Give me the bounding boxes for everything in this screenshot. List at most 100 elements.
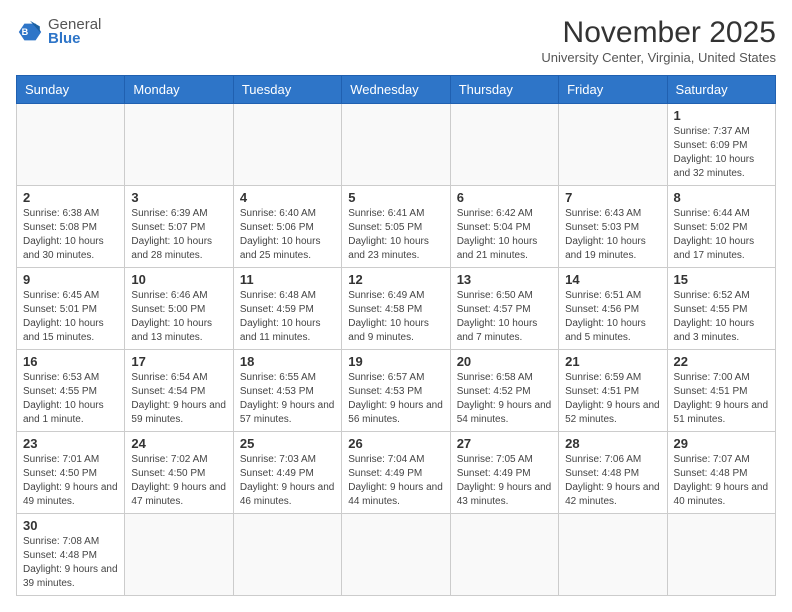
logo-icon: B xyxy=(16,18,44,46)
header: B General Blue November 2025 University … xyxy=(16,16,776,65)
day-number: 15 xyxy=(674,272,769,287)
calendar-cell xyxy=(233,104,341,186)
day-number: 9 xyxy=(23,272,118,287)
day-number: 22 xyxy=(674,354,769,369)
day-info: Sunrise: 6:59 AM Sunset: 4:51 PM Dayligh… xyxy=(565,371,660,427)
calendar-cell: 24 Sunrise: 7:02 AM Sunset: 4:50 PM Dayli… xyxy=(125,432,233,514)
calendar-cell: 27 Sunrise: 7:05 AM Sunset: 4:49 PM Dayli… xyxy=(450,432,558,514)
calendar-header-row: SundayMondayTuesdayWednesdayThursdayFrid… xyxy=(17,76,776,104)
day-info: Sunrise: 7:06 AM Sunset: 4:48 PM Dayligh… xyxy=(565,453,660,509)
calendar-cell: 17Sunrise: 6:54 AM Sunset: 4:54 PM Dayli… xyxy=(125,350,233,432)
calendar-cell: 21 Sunrise: 6:59 AM Sunset: 4:51 PM Dayli… xyxy=(559,350,667,432)
day-info: Sunrise: 6:49 AM Sunset: 4:58 PM Dayligh… xyxy=(348,289,443,345)
calendar-cell: 4Sunrise: 6:40 AM Sunset: 5:06 PM Daylig… xyxy=(233,186,341,268)
day-info: Sunrise: 6:46 AM Sunset: 5:00 PM Dayligh… xyxy=(131,289,226,345)
day-number: 1 xyxy=(674,108,769,123)
calendar-week-4: 16 Sunrise: 6:53 AM Sunset: 4:55 PM Dayli… xyxy=(17,350,776,432)
calendar-cell xyxy=(233,514,341,596)
calendar-header-sunday: Sunday xyxy=(17,76,125,104)
calendar-cell: 1 Sunrise: 7:37 AM Sunset: 6:09 PM Daylig… xyxy=(667,104,775,186)
day-info: Sunrise: 6:41 AM Sunset: 5:05 PM Dayligh… xyxy=(348,207,443,263)
day-info: Sunrise: 6:51 AM Sunset: 4:56 PM Dayligh… xyxy=(565,289,660,345)
day-info: Sunrise: 7:01 AM Sunset: 4:50 PM Dayligh… xyxy=(23,453,118,509)
day-number: 16 xyxy=(23,354,118,369)
calendar-title: November 2025 xyxy=(541,16,776,50)
day-info: Sunrise: 7:02 AM Sunset: 4:50 PM Dayligh… xyxy=(131,453,226,509)
day-info: Sunrise: 7:07 AM Sunset: 4:48 PM Dayligh… xyxy=(674,453,769,509)
calendar-cell: 16 Sunrise: 6:53 AM Sunset: 4:55 PM Dayli… xyxy=(17,350,125,432)
day-number: 21 xyxy=(565,354,660,369)
calendar-cell xyxy=(342,514,450,596)
day-number: 13 xyxy=(457,272,552,287)
day-info: Sunrise: 7:37 AM Sunset: 6:09 PM Dayligh… xyxy=(674,125,769,181)
calendar-cell xyxy=(559,514,667,596)
calendar-week-1: 1 Sunrise: 7:37 AM Sunset: 6:09 PM Daylig… xyxy=(17,104,776,186)
day-info: Sunrise: 6:38 AM Sunset: 5:08 PM Dayligh… xyxy=(23,207,118,263)
day-number: 29 xyxy=(674,436,769,451)
calendar-header-friday: Friday xyxy=(559,76,667,104)
day-number: 24 xyxy=(131,436,226,451)
day-number: 12 xyxy=(348,272,443,287)
day-number: 4 xyxy=(240,190,335,205)
day-number: 18 xyxy=(240,354,335,369)
calendar-subtitle: University Center, Virginia, United Stat… xyxy=(541,50,776,65)
calendar-cell: 10 Sunrise: 6:46 AM Sunset: 5:00 PM Dayli… xyxy=(125,268,233,350)
calendar-body: 1 Sunrise: 7:37 AM Sunset: 6:09 PM Daylig… xyxy=(17,104,776,596)
svg-text:B: B xyxy=(22,26,29,36)
day-info: Sunrise: 6:42 AM Sunset: 5:04 PM Dayligh… xyxy=(457,207,552,263)
calendar-cell: 5Sunrise: 6:41 AM Sunset: 5:05 PM Daylig… xyxy=(342,186,450,268)
calendar-cell: 15Sunrise: 6:52 AM Sunset: 4:55 PM Dayli… xyxy=(667,268,775,350)
calendar-cell xyxy=(450,104,558,186)
day-number: 14 xyxy=(565,272,660,287)
calendar-cell: 19 Sunrise: 6:57 AM Sunset: 4:53 PM Dayli… xyxy=(342,350,450,432)
calendar-cell xyxy=(667,514,775,596)
day-info: Sunrise: 6:45 AM Sunset: 5:01 PM Dayligh… xyxy=(23,289,118,345)
day-info: Sunrise: 6:44 AM Sunset: 5:02 PM Dayligh… xyxy=(674,207,769,263)
day-info: Sunrise: 7:05 AM Sunset: 4:49 PM Dayligh… xyxy=(457,453,552,509)
day-number: 2 xyxy=(23,190,118,205)
calendar-cell: 29 Sunrise: 7:07 AM Sunset: 4:48 PM Dayli… xyxy=(667,432,775,514)
calendar-cell: 20 Sunrise: 6:58 AM Sunset: 4:52 PM Dayli… xyxy=(450,350,558,432)
calendar-cell: 11Sunrise: 6:48 AM Sunset: 4:59 PM Dayli… xyxy=(233,268,341,350)
day-number: 19 xyxy=(348,354,443,369)
day-number: 8 xyxy=(674,190,769,205)
calendar-cell xyxy=(125,104,233,186)
calendar-cell: 14 Sunrise: 6:51 AM Sunset: 4:56 PM Dayli… xyxy=(559,268,667,350)
title-area: November 2025 University Center, Virgini… xyxy=(541,16,776,65)
day-number: 27 xyxy=(457,436,552,451)
calendar-cell: 2 Sunrise: 6:38 AM Sunset: 5:08 PM Daylig… xyxy=(17,186,125,268)
day-number: 6 xyxy=(457,190,552,205)
day-number: 10 xyxy=(131,272,226,287)
day-number: 25 xyxy=(240,436,335,451)
calendar-cell: 13 Sunrise: 6:50 AM Sunset: 4:57 PM Dayli… xyxy=(450,268,558,350)
calendar-week-3: 9 Sunrise: 6:45 AM Sunset: 5:01 PM Daylig… xyxy=(17,268,776,350)
day-info: Sunrise: 6:58 AM Sunset: 4:52 PM Dayligh… xyxy=(457,371,552,427)
logo: B General Blue xyxy=(16,16,101,47)
calendar-header-thursday: Thursday xyxy=(450,76,558,104)
day-number: 7 xyxy=(565,190,660,205)
calendar-cell xyxy=(125,514,233,596)
calendar-week-2: 2 Sunrise: 6:38 AM Sunset: 5:08 PM Daylig… xyxy=(17,186,776,268)
calendar-cell: 30Sunrise: 7:08 AM Sunset: 4:48 PM Dayli… xyxy=(17,514,125,596)
day-info: Sunrise: 6:53 AM Sunset: 4:55 PM Dayligh… xyxy=(23,371,118,427)
calendar-header-monday: Monday xyxy=(125,76,233,104)
day-info: Sunrise: 7:04 AM Sunset: 4:49 PM Dayligh… xyxy=(348,453,443,509)
calendar-cell: 6 Sunrise: 6:42 AM Sunset: 5:04 PM Daylig… xyxy=(450,186,558,268)
calendar-week-6: 30Sunrise: 7:08 AM Sunset: 4:48 PM Dayli… xyxy=(17,514,776,596)
day-number: 3 xyxy=(131,190,226,205)
calendar-cell xyxy=(17,104,125,186)
day-number: 28 xyxy=(565,436,660,451)
calendar-header-saturday: Saturday xyxy=(667,76,775,104)
calendar-cell: 28 Sunrise: 7:06 AM Sunset: 4:48 PM Dayli… xyxy=(559,432,667,514)
day-number: 23 xyxy=(23,436,118,451)
day-info: Sunrise: 6:57 AM Sunset: 4:53 PM Dayligh… xyxy=(348,371,443,427)
calendar-table: SundayMondayTuesdayWednesdayThursdayFrid… xyxy=(16,75,776,596)
day-info: Sunrise: 6:48 AM Sunset: 4:59 PM Dayligh… xyxy=(240,289,335,345)
day-number: 30 xyxy=(23,518,118,533)
calendar-cell: 9 Sunrise: 6:45 AM Sunset: 5:01 PM Daylig… xyxy=(17,268,125,350)
day-number: 20 xyxy=(457,354,552,369)
day-info: Sunrise: 6:50 AM Sunset: 4:57 PM Dayligh… xyxy=(457,289,552,345)
calendar-cell: 26Sunrise: 7:04 AM Sunset: 4:49 PM Dayli… xyxy=(342,432,450,514)
logo-text: General Blue xyxy=(48,16,101,47)
calendar-week-5: 23 Sunrise: 7:01 AM Sunset: 4:50 PM Dayli… xyxy=(17,432,776,514)
